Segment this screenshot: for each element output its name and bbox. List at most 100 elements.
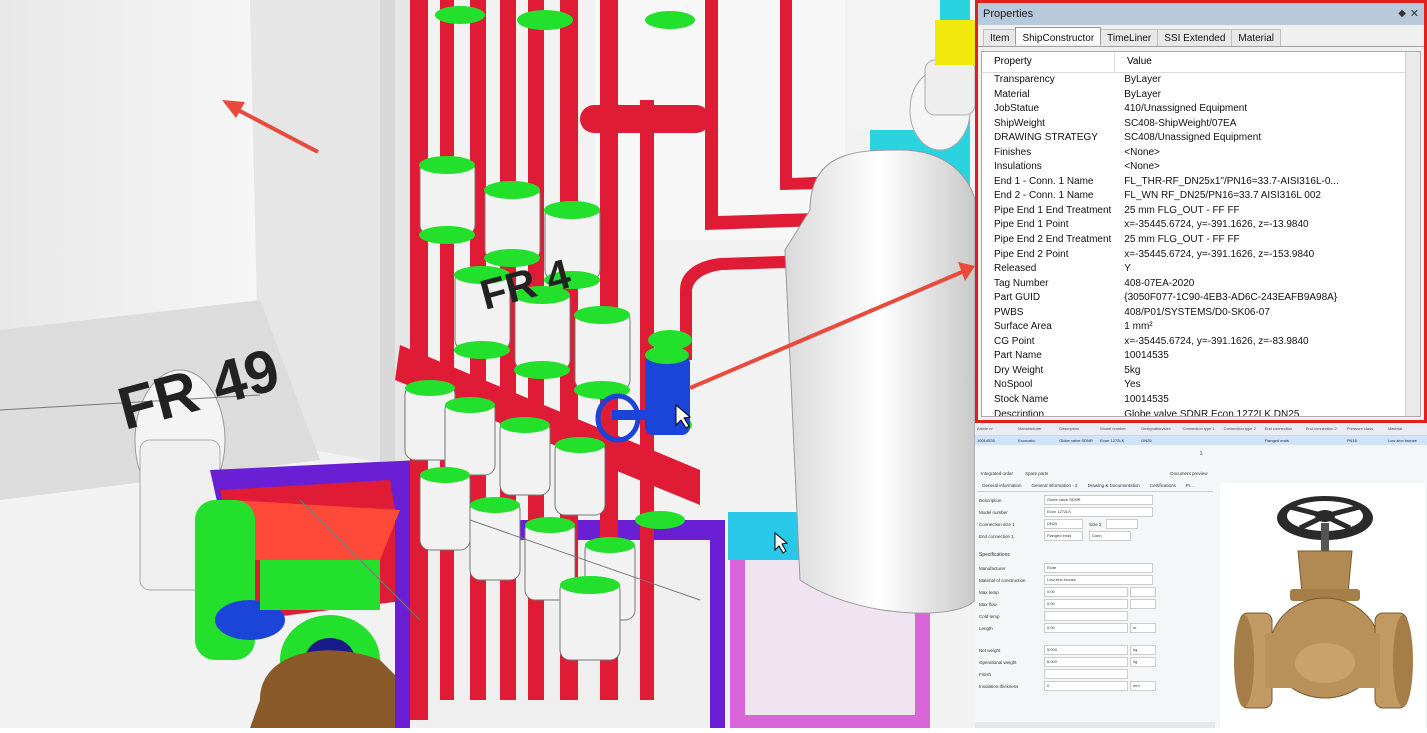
property-row[interactable]: Pipe End 2 Point x=-35445.6724, y=-391.16… (982, 248, 1420, 263)
property-value[interactable]: x=-35445.6724, y=-391.1626, z=-153.9840 (1112, 248, 1420, 263)
property-row[interactable]: Pipe End 1 Point x=-35445.6724, y=-391.16… (982, 218, 1420, 233)
property-row[interactable]: Finishes <None> (982, 146, 1420, 161)
property-value[interactable]: FL_WN RF_DN25/PN16=33.7 AISI316L 002 (1112, 189, 1420, 204)
tab-shipconstructor[interactable]: ShipConstructor (1015, 27, 1102, 44)
column-header[interactable]: End connection (1263, 423, 1304, 435)
property-value[interactable]: Yes (1112, 378, 1420, 393)
property-value[interactable]: SC408/Unassigned Equipment (1112, 131, 1420, 146)
property-row[interactable]: Insulations <None> (982, 160, 1420, 175)
size-2-field[interactable] (1105, 519, 1138, 529)
material-field[interactable]: Low zinc bronze (1044, 575, 1153, 585)
tab-general-information[interactable]: General information (977, 481, 1027, 491)
end-connection-2-field[interactable]: Conn. (1089, 531, 1131, 541)
property-row[interactable]: CG Point x=-35445.6724, y=-391.1626, z=-8… (982, 335, 1420, 350)
column-header[interactable]: Designation/size (1139, 423, 1180, 435)
end-connection-field[interactable]: Flanged ends (1044, 531, 1083, 541)
pin-icon[interactable]: ◆ (1398, 3, 1406, 25)
property-value[interactable]: <None> (1112, 160, 1420, 175)
tab-integrated-order[interactable]: Integrated order (975, 469, 1019, 479)
property-row[interactable]: ShipWeight SC408-ShipWeight/07EA (982, 117, 1420, 132)
model-number-field[interactable]: Econ 1272LK (1044, 507, 1153, 517)
property-value[interactable]: 10014535 (1112, 393, 1420, 408)
cold-temp-field[interactable] (1044, 611, 1128, 621)
tab-ssi-extended[interactable]: SSI Extended (1157, 29, 1233, 46)
vertical-scrollbar[interactable] (1405, 52, 1420, 416)
property-row[interactable]: JobStatue 410/Unassigned Equipment (982, 102, 1420, 117)
property-value[interactable]: Globe valve SDNR Econ 1272LK DN25 (1112, 408, 1420, 416)
tab-drawing-documentation[interactable]: Drawing & Documentation (1083, 481, 1145, 491)
property-value[interactable]: {3050F077-1C90-4EB3-AD6C-243EAFB9A98A} (1112, 291, 1420, 306)
description-field[interactable]: Globe valve SDNR (1044, 495, 1153, 505)
property-value[interactable]: Y (1112, 262, 1420, 277)
property-row[interactable]: DRAWING STRATEGY SC408/Unassigned Equipme… (982, 131, 1420, 146)
column-header-value[interactable]: Value (1115, 52, 1152, 72)
connection-size-1-field[interactable]: DN25 (1044, 519, 1083, 529)
manufacturer-field[interactable]: Elote (1044, 563, 1153, 573)
property-value[interactable]: x=-35445.6724, y=-391.1626, z=-83.9840 (1112, 335, 1420, 350)
table-cell: PN16 (1346, 438, 1357, 443)
column-header[interactable]: Article nr (975, 423, 1016, 435)
close-icon[interactable]: ✕ (1410, 3, 1419, 25)
unit-field[interactable] (1130, 587, 1156, 597)
finish-field[interactable] (1044, 669, 1128, 679)
column-header[interactable]: End connection 2 (1304, 423, 1345, 435)
property-value[interactable]: 10014535 (1112, 349, 1420, 364)
insulation-thickness-field[interactable]: 0 (1044, 681, 1128, 691)
property-value[interactable]: <None> (1112, 146, 1420, 161)
table-row[interactable]: 10014535 Econosto Globe valve SDNR Econ 127… (975, 436, 1427, 445)
property-row[interactable]: Part Name 10014535 (982, 349, 1420, 364)
column-header[interactable]: Connection type 1 (1180, 423, 1221, 435)
tab-spare-parts[interactable]: Spare parts (1019, 469, 1054, 479)
column-header[interactable]: Material (1386, 423, 1427, 435)
net-weight-field[interactable]: 5,000 (1044, 645, 1128, 655)
column-header[interactable]: Pressure class (1345, 423, 1386, 435)
property-row[interactable]: Part GUID {3050F077-1C90-4EB3-AD6C-243EAF… (982, 291, 1420, 306)
property-value[interactable]: 25 mm FLG_OUT - FF FF (1112, 233, 1420, 248)
column-header[interactable]: Model number (1098, 423, 1139, 435)
column-header[interactable]: Connection type 2 (1222, 423, 1263, 435)
column-header[interactable]: Manufacturer (1016, 423, 1057, 435)
property-row[interactable]: PWBS 408/P01/SYSTEMS/D0-SK06-07 (982, 306, 1420, 321)
property-value[interactable]: x=-35445.6724, y=-391.1626, z=-13.9840 (1112, 218, 1420, 233)
property-row[interactable]: Pipe End 1 End Treatment 25 mm FLG_OUT - … (982, 204, 1420, 219)
property-row[interactable]: Description Globe valve SDNR Econ 1272LK … (982, 408, 1420, 416)
tab-more[interactable]: Pr... (1181, 481, 1199, 491)
unit-field[interactable] (1130, 599, 1156, 609)
property-value[interactable]: 5kg (1112, 364, 1420, 379)
property-value[interactable]: 408/P01/SYSTEMS/D0-SK06-07 (1112, 306, 1420, 321)
properties-titlebar[interactable]: Properties ◆ ✕ (978, 3, 1424, 25)
property-row[interactable]: NoSpool Yes (982, 378, 1420, 393)
property-value[interactable]: SC408-ShipWeight/07EA (1112, 117, 1420, 132)
property-value[interactable]: 408-07EA-2020 (1112, 277, 1420, 292)
length-field[interactable]: 0,00 (1044, 623, 1128, 633)
property-value[interactable]: 1 mm² (1112, 320, 1420, 335)
property-row[interactable]: Pipe End 2 End Treatment 25 mm FLG_OUT - … (982, 233, 1420, 248)
3d-viewport[interactable]: FR 49 FR 4 (0, 0, 975, 728)
tab-material[interactable]: Material (1231, 29, 1281, 46)
column-header[interactable]: Description (1057, 423, 1098, 435)
property-row[interactable]: Tag Number 408-07EA-2020 (982, 277, 1420, 292)
property-value[interactable]: 25 mm FLG_OUT - FF FF (1112, 204, 1420, 219)
tab-document-preview[interactable]: Document preview (1164, 469, 1213, 479)
property-row[interactable]: Released Y (982, 262, 1420, 277)
tab-certifications[interactable]: Certifications (1145, 481, 1181, 491)
max-flow-field[interactable]: 0,00 (1044, 599, 1128, 609)
property-row[interactable]: Dry Weight 5kg (982, 364, 1420, 379)
property-value[interactable]: FL_THR-RF_DN25x1"/PN16=33.7-AISI316L-0..… (1112, 175, 1420, 190)
tab-general-information-2[interactable]: General information - 2 (1027, 481, 1083, 491)
column-header-property[interactable]: Property (982, 52, 1115, 72)
property-value[interactable]: ByLayer (1112, 88, 1420, 103)
operational-weight-field[interactable]: 6,000 (1044, 657, 1128, 667)
property-row[interactable]: Transparency ByLayer (982, 73, 1420, 88)
property-value[interactable]: 410/Unassigned Equipment (1112, 102, 1420, 117)
property-row[interactable]: End 1 - Conn. 1 Name FL_THR-RF_DN25x1"/PN… (982, 175, 1420, 190)
property-row[interactable]: End 2 - Conn. 1 Name FL_WN RF_DN25/PN16=3… (982, 189, 1420, 204)
page-number[interactable]: 1 (975, 445, 1427, 463)
property-row[interactable]: Stock Name 10014535 (982, 393, 1420, 408)
tab-timeliner[interactable]: TimeLiner (1100, 29, 1159, 46)
max-temp-field[interactable]: 0,00 (1044, 587, 1128, 597)
property-value[interactable]: ByLayer (1112, 73, 1420, 88)
property-row[interactable]: Surface Area 1 mm² (982, 320, 1420, 335)
property-row[interactable]: Material ByLayer (982, 88, 1420, 103)
tab-item[interactable]: Item (983, 29, 1017, 46)
